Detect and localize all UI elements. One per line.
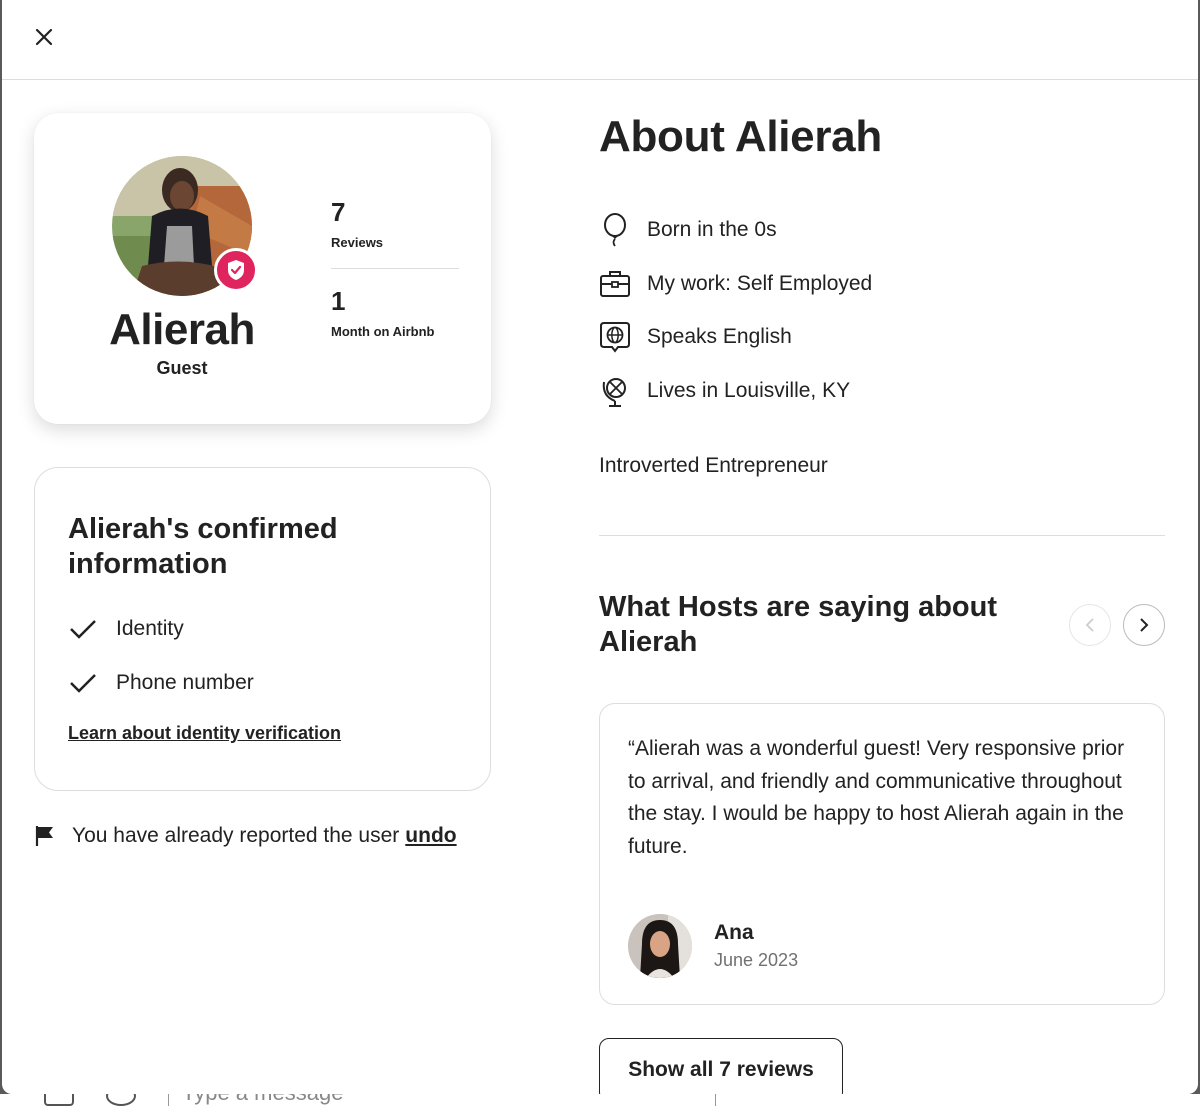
about-item-language: Speaks English <box>598 320 792 354</box>
about-title: About Alierah <box>599 112 882 161</box>
confirmed-title: Alierah's confirmed information <box>68 513 338 580</box>
profile-card: Alierah Guest 7 Reviews 1 Month on Airbn… <box>34 113 491 424</box>
flag-icon <box>35 826 53 846</box>
check-icon <box>68 614 98 644</box>
check-icon <box>68 668 98 698</box>
reviews-count: 7 <box>331 197 346 227</box>
confirmed-item-label: Phone number <box>116 671 254 694</box>
bio-text: Introverted Entrepreneur <box>599 454 828 477</box>
chevron-right-icon <box>1140 618 1149 632</box>
months-label: Month on Airbnb <box>331 324 435 339</box>
confirmed-item-phone: Phone number <box>68 668 254 698</box>
reviews-next-button[interactable] <box>1123 604 1165 646</box>
profile-modal: Alierah Guest 7 Reviews 1 Month on Airbn… <box>2 0 1198 1094</box>
reviewer-avatar[interactable] <box>628 914 692 978</box>
learn-identity-link[interactable]: Learn about identity verification <box>68 723 341 744</box>
shield-check-icon <box>228 260 244 280</box>
review-text: “Alierah was a wonderful guest! Very res… <box>628 737 1125 858</box>
close-icon <box>35 28 53 46</box>
report-notice: You have already reported the user undo <box>34 824 457 848</box>
about-item-label: Speaks English <box>647 325 792 348</box>
globe-speech-icon <box>598 320 632 354</box>
verified-badge <box>214 248 258 292</box>
about-item-work: My work: Self Employed <box>598 267 872 301</box>
confirmed-item-label: Identity <box>116 617 184 640</box>
modal-header <box>2 0 1198 80</box>
review-card: “Alierah was a wonderful guest! Very res… <box>599 703 1165 1005</box>
profile-name: Alierah <box>109 305 255 354</box>
reviewer-name: Ana <box>714 921 754 944</box>
message-bar: Type a message <box>0 1094 1200 1107</box>
confirmed-info-card: Alierah's confirmed information Identity… <box>34 467 491 791</box>
about-item-label: Born in the 0s <box>647 218 777 241</box>
undo-link[interactable]: undo <box>405 824 456 848</box>
report-text: You have already reported the user <box>72 824 400 847</box>
balloon-icon <box>598 213 632 247</box>
emoji-icon[interactable] <box>106 1094 136 1106</box>
months-count: 1 <box>331 286 346 316</box>
message-placeholder: Type a message <box>182 1094 343 1106</box>
section-divider <box>599 535 1165 536</box>
show-all-reviews-button[interactable]: Show all 7 reviews <box>599 1038 843 1094</box>
chevron-left-icon <box>1085 618 1094 632</box>
globe-stand-icon <box>598 374 632 408</box>
briefcase-icon <box>598 267 632 301</box>
confirmed-item-identity: Identity <box>68 614 184 644</box>
image-icon[interactable] <box>44 1094 74 1106</box>
profile-role: Guest <box>156 358 208 378</box>
stat-divider <box>331 268 459 269</box>
reviews-prev-button[interactable] <box>1069 604 1111 646</box>
about-item-label: My work: Self Employed <box>647 272 873 295</box>
review-date: June 2023 <box>714 950 799 970</box>
about-item-born: Born in the 0s <box>598 213 777 247</box>
close-button[interactable] <box>28 21 60 53</box>
about-item-label: Lives in Louisville, KY <box>647 379 851 402</box>
about-item-location: Lives in Louisville, KY <box>598 374 850 408</box>
reviews-label: Reviews <box>331 235 384 250</box>
reviews-section-title: What Hosts are saying about Alierah <box>599 591 998 658</box>
